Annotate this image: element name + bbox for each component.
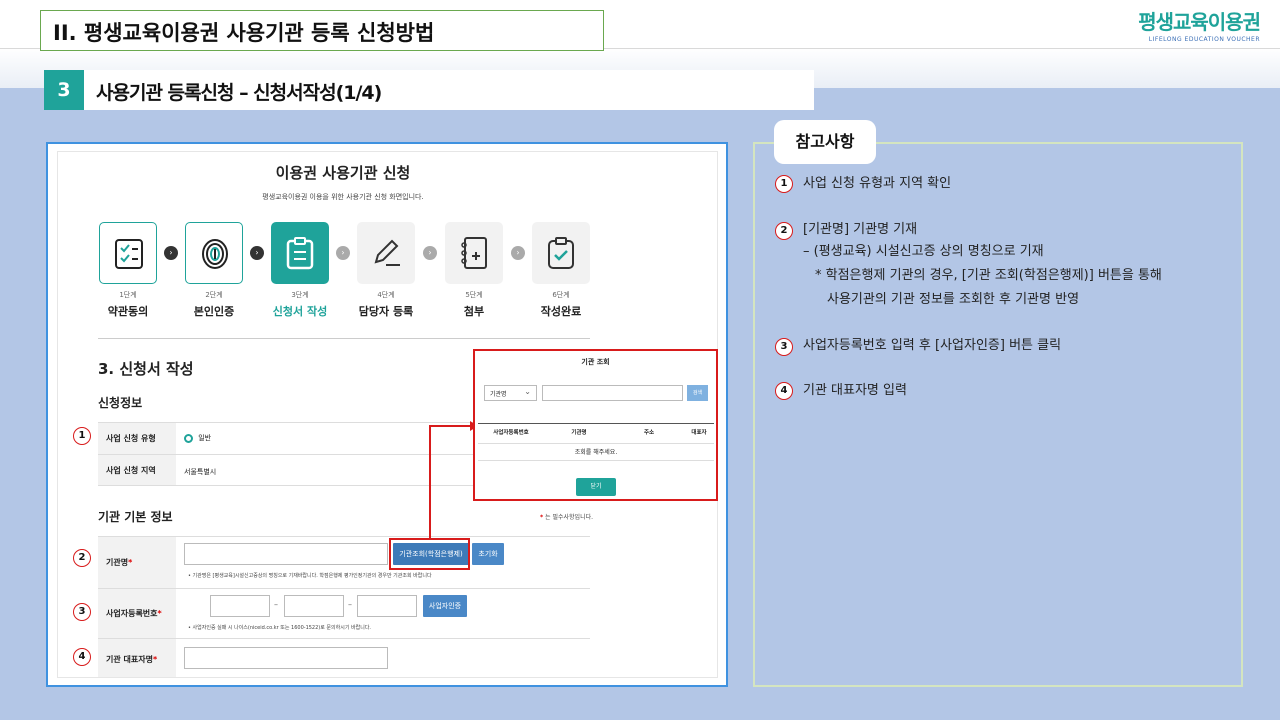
step-2-label: 본인인증 <box>193 305 235 318</box>
brand-logo: 평생교육이용권 LIFELONG EDUCATION VOUCHER <box>1110 6 1261 46</box>
step-5-box <box>445 222 503 284</box>
step-1-number: 1단계 <box>119 291 137 299</box>
org-name-input[interactable] <box>184 543 388 565</box>
marker-2: 2 <box>73 549 91 567</box>
org-name-label: 기관명 * <box>98 537 176 588</box>
note-marker-4: 4 <box>775 382 793 400</box>
biz-no-input-1[interactable] <box>210 595 270 617</box>
app-region-value: 서울특별시 <box>184 468 217 476</box>
app-type-label: 사업 신청 유형 <box>98 423 176 454</box>
step-3-box <box>271 222 329 284</box>
form-heading: 3. 신청서 작성 <box>98 360 194 378</box>
step-5-label: 첨부 <box>463 305 485 318</box>
biz-cert-button[interactable]: 사업자인증 <box>423 595 467 617</box>
checklist-icon <box>115 239 143 269</box>
step-4-box <box>357 222 415 284</box>
note-2-sub-3: 사용기관의 기관 정보를 조회한 후 기관명 반영 <box>827 292 1080 307</box>
radio-selected-icon <box>184 433 193 443</box>
popup-close-button[interactable]: 닫기 <box>576 478 616 496</box>
org-name-row: 기관명 * 기관조회(학점은행제) 초기화 • 기관명은 [평생교육]시설신고증상… <box>98 536 590 588</box>
step-4-label: 담당자 등록 <box>358 305 414 318</box>
clipboard-check-icon <box>548 237 574 269</box>
app-type-value: 일반 <box>198 434 212 442</box>
rep-name-row: 기관 대표자명 * <box>98 638 590 677</box>
step-6-label: 작성완료 <box>540 305 582 318</box>
dash-separator: – <box>348 600 352 609</box>
required-note: * 는 필수사항입니다. <box>540 514 594 521</box>
popup-search-button[interactable]: 검색 <box>687 385 708 401</box>
note-1-text: 사업 신청 유형과 지역 확인 <box>803 176 952 191</box>
step-2-number: 2단계 <box>205 291 223 299</box>
note-2-sub-2: * 학점은행제 기관의 경우, [기관 조회(학점은행제)] 버튼을 통해 <box>815 268 1162 283</box>
empty-results-message: 조회를 해주세요. <box>478 443 714 461</box>
reset-button[interactable]: 초기화 <box>472 543 504 565</box>
column-header: 대표자 <box>691 430 707 436</box>
note-2-text: [기관명] 기관명 기재 <box>803 222 918 237</box>
note-marker-1: 1 <box>775 175 793 193</box>
notebook-icon <box>461 237 487 269</box>
org-name-hint: • 기관명은 [평생교육]시설신고증상의 명칭으로 기재바랍니다. 학점은행제 … <box>188 573 432 579</box>
note-marker-3: 3 <box>775 338 793 356</box>
chevron-right-icon: › <box>164 246 178 260</box>
step-bar: 3 사용기관 등록신청 – 신청서작성(1/4) <box>44 70 814 110</box>
step-number-badge: 3 <box>44 70 84 110</box>
chevron-right-icon: › <box>250 246 264 260</box>
app-type-radio[interactable]: 일반 <box>184 433 211 443</box>
section-title: II. 평생교육이용권 사용기관 등록 신청방법 <box>40 10 604 51</box>
rep-name-input[interactable] <box>184 647 388 669</box>
step-4-number: 4단계 <box>377 291 395 299</box>
step-3-number: 3단계 <box>291 291 309 299</box>
step-6-number: 6단계 <box>552 291 570 299</box>
app-region-label: 사업 신청 지역 <box>98 455 176 485</box>
marker-1: 1 <box>73 427 91 445</box>
chevron-right-icon: › <box>511 246 525 260</box>
biz-no-row: 사업자등록번호 * – – 사업자인증 • 사업자인증 실패 시 나이스(nice… <box>98 588 590 638</box>
popup-search-input[interactable] <box>542 385 683 401</box>
marker-3: 3 <box>73 603 91 621</box>
biz-no-label: 사업자등록번호 * <box>98 589 176 638</box>
logo-wordmark: 평생교육이용권 <box>1138 10 1261 34</box>
note-4-text: 기관 대표자명 입력 <box>803 383 907 398</box>
chevron-right-icon: › <box>336 246 350 260</box>
step-title: 사용기관 등록신청 – 신청서작성(1/4) <box>96 82 382 104</box>
note-2-sub-1: – (평생교육) 시설신고증 상의 명칭으로 기재 <box>803 244 1044 259</box>
biz-no-hint: • 사업자인증 실패 시 나이스(niceid.co.kr 또는 1600-15… <box>188 625 372 631</box>
step-1-box <box>99 222 157 284</box>
step-2-box <box>185 222 243 284</box>
stepper-divider <box>98 338 590 339</box>
column-header: 기관명 <box>571 430 587 436</box>
biz-no-input-3[interactable] <box>357 595 417 617</box>
column-header: 주소 <box>643 430 655 436</box>
step-6-box <box>532 222 590 284</box>
popup-title: 기관 조회 <box>581 358 610 366</box>
logo-tagline: LIFELONG EDUCATION VOUCHER <box>1148 36 1260 43</box>
search-type-select[interactable]: 기관명 ⌄ <box>484 385 537 401</box>
chevron-right-icon: › <box>423 246 437 260</box>
step-1-label: 약관동의 <box>107 305 149 318</box>
fingerprint-icon <box>202 239 228 269</box>
search-button-highlight <box>389 538 470 570</box>
rep-name-label: 기관 대표자명 * <box>98 639 176 677</box>
pencil-icon <box>374 239 400 266</box>
application-info-title: 신청정보 <box>98 396 143 410</box>
select-value: 기관명 <box>490 391 507 398</box>
step-3-label: 신청서 작성 <box>272 305 328 318</box>
application-page-subtitle: 평생교육이용권 이용을 위한 사용기관 신청 화면입니다. <box>262 193 424 201</box>
org-search-popup: 기관 조회 기관명 ⌄ 검색 사업자등록번호 기관명 주소 대표자 조회를 해주세… <box>473 349 718 501</box>
step-5-number: 5단계 <box>465 291 483 299</box>
note-marker-2: 2 <box>775 222 793 240</box>
basic-info-title: 기관 기본 정보 <box>98 510 173 524</box>
marker-4: 4 <box>73 648 91 666</box>
note-3-text: 사업자등록번호 입력 후 [사업자인증] 버튼 클릭 <box>803 338 1062 353</box>
notes-tag: 참고사항 <box>774 120 876 164</box>
application-page-title: 이용권 사용기관 신청 <box>275 164 411 182</box>
clipboard-icon <box>286 237 314 270</box>
chevron-down-icon: ⌄ <box>524 387 531 396</box>
dash-separator: – <box>274 600 278 609</box>
column-header: 사업자등록번호 <box>493 430 529 436</box>
results-table: 사업자등록번호 기관명 주소 대표자 조회를 해주세요. <box>478 423 714 463</box>
connector-arrow <box>429 421 478 538</box>
biz-no-input-2[interactable] <box>284 595 344 617</box>
